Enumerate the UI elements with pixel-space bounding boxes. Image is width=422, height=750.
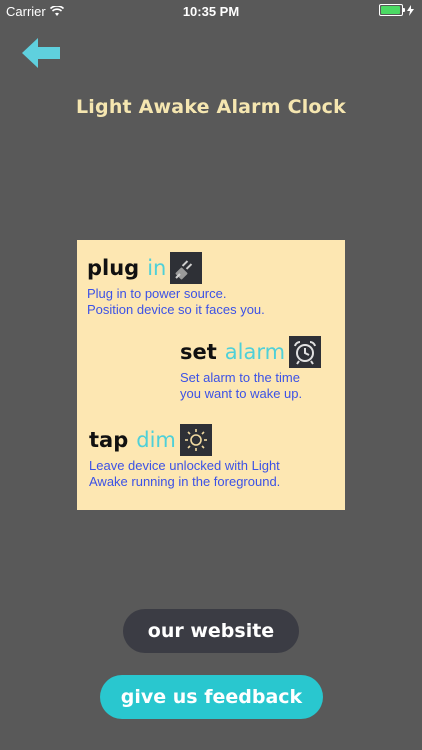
status-time: 10:35 PM bbox=[182, 4, 240, 19]
charging-bolt-icon bbox=[407, 4, 414, 16]
step-description-line: Plug in to power source. bbox=[87, 286, 227, 301]
status-right bbox=[379, 4, 414, 16]
arrow-left-icon bbox=[22, 38, 60, 68]
step-word-primary: plug bbox=[87, 256, 140, 280]
step-description-line: Position device so it faces you. bbox=[87, 302, 265, 317]
give-feedback-button[interactable]: give us feedback bbox=[100, 675, 323, 719]
step-heading: set alarm bbox=[180, 336, 322, 368]
step-heading: tap dim bbox=[89, 424, 280, 456]
instruction-step-alarm: set alarm Set alarm to the time you want… bbox=[180, 336, 322, 402]
step-description-line: you want to wake up. bbox=[180, 386, 303, 401]
step-word-accent: alarm bbox=[224, 340, 286, 364]
step-word-accent: dim bbox=[136, 428, 176, 452]
status-bar: Carrier 10:35 PM bbox=[0, 0, 422, 22]
step-description-line: Leave device unlocked with Light bbox=[89, 458, 280, 473]
step-description-line: Set alarm to the time bbox=[180, 370, 300, 385]
battery-icon bbox=[379, 4, 405, 16]
step-description: Leave device unlocked with Light Awake r… bbox=[89, 458, 280, 490]
instruction-step-plug: plug in Plug in to power source. Positio… bbox=[87, 252, 265, 318]
our-website-button[interactable]: our website bbox=[123, 609, 299, 653]
page-title: Light Awake Alarm Clock bbox=[76, 96, 346, 118]
step-word-primary: set bbox=[180, 340, 217, 364]
instruction-card: plug in Plug in to power source. Positio… bbox=[77, 240, 345, 510]
instruction-step-dim: tap dim Leave device unlocked with Light… bbox=[89, 424, 280, 490]
step-description: Plug in to power source. Position device… bbox=[87, 286, 265, 318]
back-button[interactable] bbox=[22, 38, 62, 68]
step-heading: plug in bbox=[87, 252, 265, 284]
step-description: Set alarm to the time you want to wake u… bbox=[180, 370, 321, 402]
step-word-primary: tap bbox=[89, 428, 129, 452]
alarm-clock-icon bbox=[289, 336, 322, 368]
step-description-line: Awake running in the foreground. bbox=[89, 474, 281, 489]
plug-icon bbox=[170, 252, 203, 284]
step-word-accent: in bbox=[147, 256, 167, 280]
sun-icon bbox=[179, 424, 212, 456]
